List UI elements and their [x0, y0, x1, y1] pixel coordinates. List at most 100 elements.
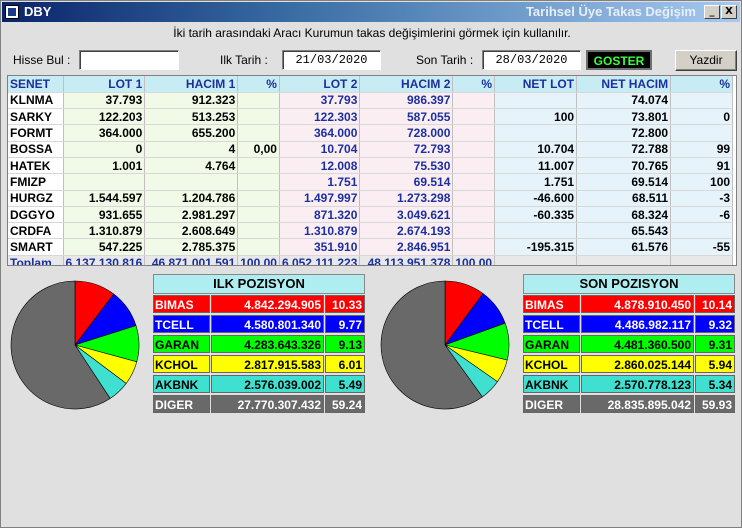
senet-cell: KLNMA: [8, 92, 64, 110]
position-value: 27.770.307.432: [211, 395, 324, 413]
close-button[interactable]: X: [721, 5, 737, 19]
total-cell: [494, 254, 578, 265]
table-row[interactable]: CRDFA 1.310.879 2.608.649 1.310.879 2.674.19…: [8, 222, 734, 240]
position-symbol: TCELL: [523, 315, 580, 333]
total-cell: [576, 254, 672, 265]
son-pozisyon-pie-chart: [380, 280, 510, 410]
table-cell: 0,00: [237, 141, 280, 158]
window-title: DBY: [24, 4, 52, 19]
total-cell: 46.871.001.591: [144, 254, 239, 265]
minimize-button[interactable]: _: [704, 5, 720, 19]
table-cell: [237, 206, 280, 224]
table-cell: 587.055: [359, 108, 454, 126]
column-header[interactable]: HACIM 2: [359, 76, 454, 93]
table-row[interactable]: SMART 547.225 2.785.375 351.910 2.846.951 -19…: [8, 238, 734, 256]
table-cell: [63, 173, 146, 191]
position-row: TCELL 4.486.982.117 9.32: [523, 315, 735, 334]
position-symbol: AKBNK: [153, 375, 210, 393]
column-header[interactable]: %: [670, 76, 734, 93]
position-percent: 9.31: [695, 335, 735, 353]
table-cell: 12.008: [279, 157, 361, 175]
table-row[interactable]: HURGZ 1.544.597 1.204.786 1.497.997 1.273.29…: [8, 190, 734, 207]
table-cell: [237, 157, 280, 175]
table-cell: 68.511: [576, 190, 672, 207]
position-row: KCHOL 2.817.915.583 6.01: [153, 355, 365, 374]
ilk-tarih-label: Ilk Tarih :: [220, 53, 268, 67]
table-cell: 74.074: [576, 92, 672, 110]
position-symbol: BIMAS: [523, 295, 580, 313]
table-cell: 4: [144, 141, 239, 158]
table-cell: 91: [670, 157, 734, 175]
position-row: GARAN 4.481.360.500 9.31: [523, 335, 735, 354]
position-row: BIMAS 4.878.910.450 10.14: [523, 295, 735, 314]
table-cell: -55: [670, 238, 734, 256]
position-row: TCELL 4.580.801.340 9.77: [153, 315, 365, 334]
table-row[interactable]: FMIZP 1.751 69.514 1.751 69.514 100: [8, 173, 734, 191]
table-cell: 70.765: [576, 157, 672, 175]
ilk-pozisyon-title: ILK POZISYON: [153, 274, 365, 294]
table-cell: 11.007: [494, 157, 578, 175]
hisse-bul-input[interactable]: [79, 50, 179, 70]
total-label: Toplam: [8, 254, 64, 265]
takas-table[interactable]: SENET LOT 1 HACIM 1% LOT 2 HACIM 2% NET LOT NE…: [7, 75, 737, 266]
table-row[interactable]: HATEK 1.001 4.764 12.008 75.530 11.007 70.765 9…: [8, 157, 734, 175]
total-cell: 100,00: [237, 254, 280, 265]
position-percent: 5.94: [695, 355, 735, 373]
position-percent: 9.13: [325, 335, 365, 353]
ilk-tarih-field[interactable]: 21/03/2020: [282, 50, 381, 70]
total-cell: 48.113.951.378: [359, 254, 454, 265]
title-bar[interactable]: DBY Tarihsel Üye Takas Değişim _ X: [2, 2, 740, 22]
position-symbol: BIMAS: [153, 295, 210, 313]
position-percent: 5.34: [695, 375, 735, 393]
position-percent: 6.01: [325, 355, 365, 373]
position-row: KCHOL 2.860.025.144 5.94: [523, 355, 735, 374]
column-header[interactable]: %: [237, 76, 280, 93]
table-cell: [237, 92, 280, 110]
column-header[interactable]: HACIM 1: [144, 76, 239, 93]
son-tarih-label: Son Tarih :: [416, 53, 474, 67]
table-cell: 1.751: [494, 173, 578, 191]
table-cell: 37.793: [63, 92, 146, 110]
table-cell: 2.785.375: [144, 238, 239, 256]
instruction-text: İki tarih arasındaki Aracı Kurumun takas…: [173, 26, 571, 40]
table-row[interactable]: SARKY 122.203 513.253 122.303 587.055 100 73.8…: [8, 108, 734, 126]
yazdir-button[interactable]: Yazdir: [675, 50, 737, 71]
position-row: GARAN 4.283.643.326 9.13: [153, 335, 365, 354]
son-pozisyon-title: SON POZISYON: [523, 274, 735, 294]
table-row[interactable]: BOSSA 0 4 0,00 10.704 72.793 10.704 72.788 99: [8, 141, 734, 158]
table-cell: 3.049.621: [359, 206, 454, 224]
column-header[interactable]: SENET: [8, 76, 64, 93]
table-cell: [237, 190, 280, 207]
table-cell: [452, 206, 496, 224]
table-row[interactable]: FORMT 364.000 655.200 364.000 728.000 72.800: [8, 124, 734, 142]
total-row: Toplam 6.137.130.816 46.871.001.591 100,00 6…: [8, 254, 734, 265]
ilk-pozisyon-panel: ILK POZISYON BIMAS 4.842.294.905 10.33 TCEL…: [153, 274, 365, 414]
table-cell: 10.704: [494, 141, 578, 158]
column-header[interactable]: LOT 1: [63, 76, 146, 93]
position-value: 4.842.294.905: [211, 295, 324, 313]
position-percent: 9.32: [695, 315, 735, 333]
table-row[interactable]: KLNMA 37.793 912.323 37.793 986.397 74.074: [8, 92, 734, 110]
column-header[interactable]: NET LOT: [494, 76, 578, 93]
table-cell: 655.200: [144, 124, 239, 142]
table-cell: [237, 124, 280, 142]
total-cell: 6.052.111.223: [279, 254, 361, 265]
column-header[interactable]: %: [452, 76, 496, 93]
son-tarih-field[interactable]: 28/03/2020: [482, 50, 581, 70]
column-header[interactable]: LOT 2: [279, 76, 361, 93]
table-row[interactable]: DGGYO 931.655 2.981.297 871.320 3.049.621 -60…: [8, 206, 734, 224]
senet-cell: DGGYO: [8, 206, 64, 224]
table-cell: [452, 238, 496, 256]
app-icon: [5, 5, 19, 19]
table-cell: 2.846.951: [359, 238, 454, 256]
table-cell: [452, 190, 496, 207]
position-percent: 10.33: [325, 295, 365, 313]
table-cell: 364.000: [63, 124, 146, 142]
senet-cell: BOSSA: [8, 141, 64, 158]
table-cell: 0: [63, 141, 146, 158]
position-percent: 5.49: [325, 375, 365, 393]
goster-button[interactable]: GOSTER: [586, 50, 652, 70]
table-cell: 1.544.597: [63, 190, 146, 207]
senet-cell: SMART: [8, 238, 64, 256]
column-header[interactable]: NET HACIM: [576, 76, 672, 93]
